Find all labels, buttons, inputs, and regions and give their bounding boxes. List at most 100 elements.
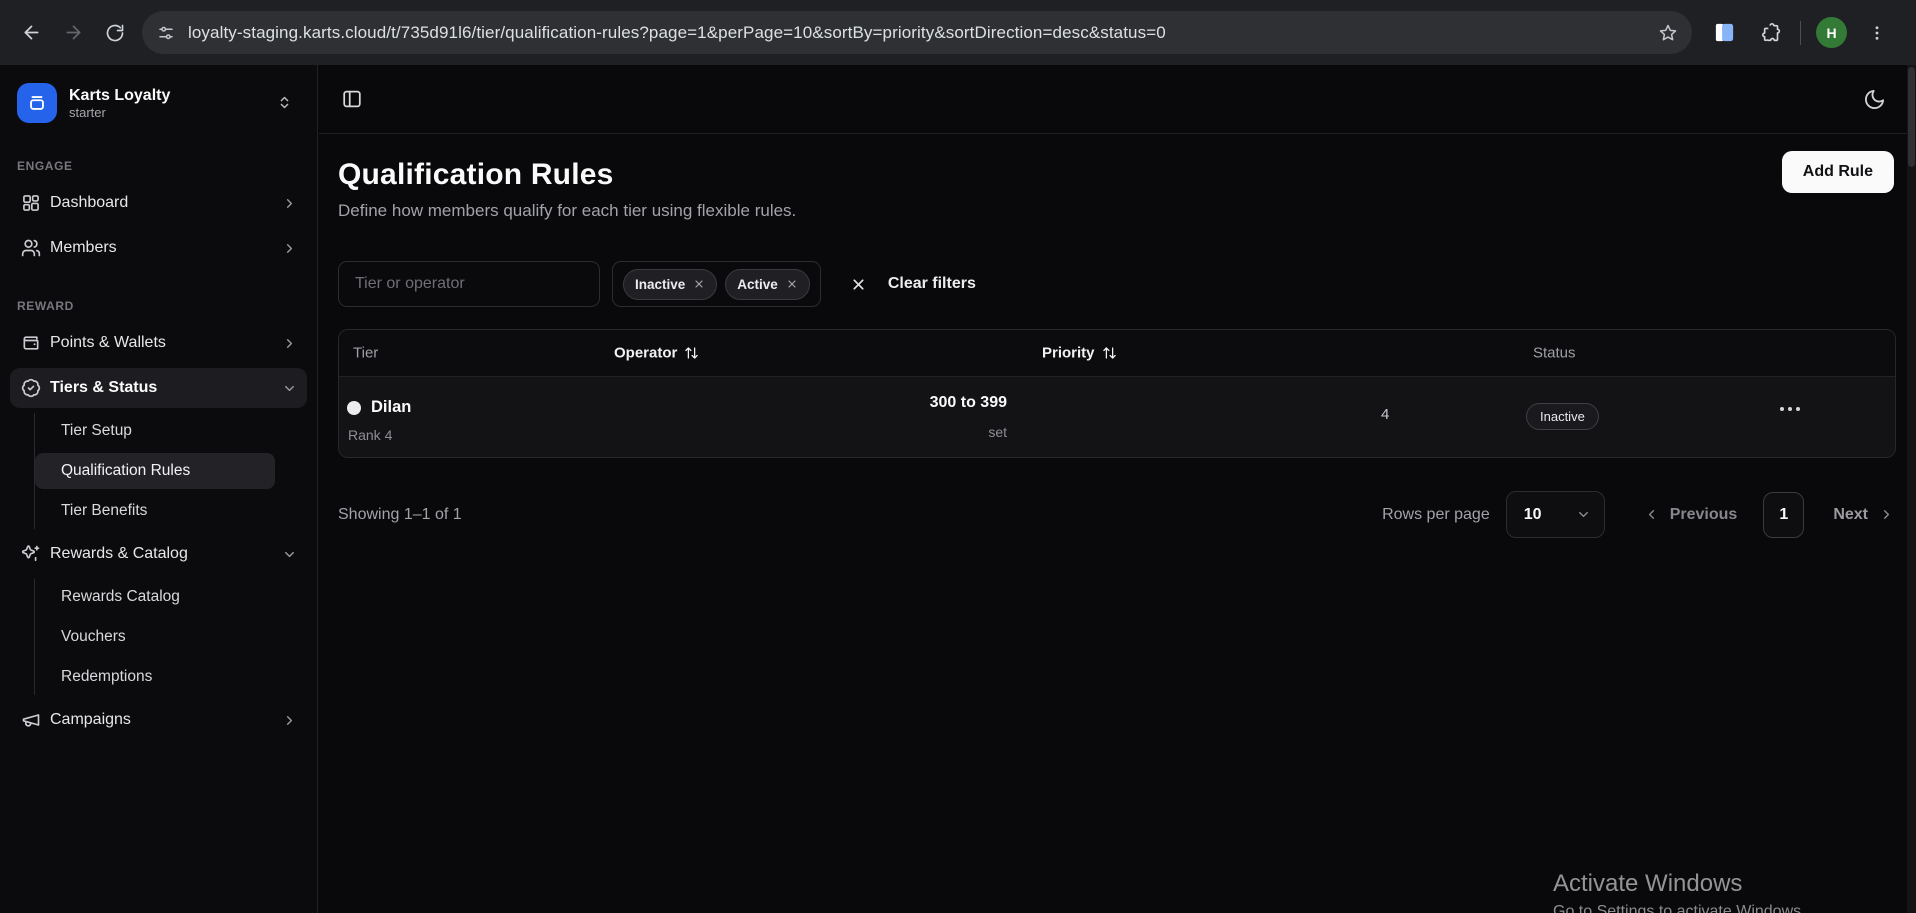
sidebar-item-rewards-catalog-group[interactable]: Rewards & Catalog: [10, 534, 307, 574]
watermark-line1: Activate Windows: [1553, 870, 1806, 898]
profile-avatar[interactable]: H: [1816, 17, 1847, 48]
sidebar-item-dashboard[interactable]: Dashboard: [10, 183, 307, 223]
filters-row: Inactive Active Clear filte: [338, 261, 1894, 307]
chevron-right-icon: [282, 196, 297, 211]
workspace-name: Karts Loyalty: [69, 86, 170, 105]
column-header-label: Priority: [1042, 345, 1095, 362]
page-content: Qualification Rules Define how members q…: [319, 134, 1916, 538]
column-header-tier: Tier: [353, 345, 378, 362]
operator-value: 300 to 399: [339, 394, 1007, 412]
operator-type: set: [339, 424, 1007, 440]
priority-value: 4: [1381, 406, 1389, 423]
sidebar-item-label: Campaigns: [50, 711, 131, 729]
filter-chip-active[interactable]: Active: [725, 269, 810, 300]
back-icon[interactable]: [10, 12, 52, 54]
remove-chip-icon[interactable]: [693, 278, 705, 290]
column-header-status: Status: [1533, 345, 1576, 362]
pagination-row: Showing 1–1 of 1 Rows per page 10 Previo…: [338, 491, 1894, 538]
forward-icon[interactable]: [52, 12, 94, 54]
scrollbar-track[interactable]: [1907, 65, 1916, 913]
unfold-chevrons-icon[interactable]: [277, 95, 292, 110]
bookmark-star-icon[interactable]: [1658, 23, 1678, 43]
column-header-operator[interactable]: Operator: [614, 345, 699, 362]
workspace-logo-icon: [17, 83, 57, 123]
moon-icon[interactable]: [1863, 88, 1886, 111]
chevron-left-icon: [1644, 507, 1659, 522]
sidebar-item-tier-benefits[interactable]: Tier Benefits: [35, 493, 275, 529]
search-input[interactable]: [338, 261, 600, 307]
add-rule-button[interactable]: Add Rule: [1782, 151, 1894, 193]
megaphone-icon: [21, 710, 41, 730]
chevron-right-icon: [282, 336, 297, 351]
sidebar-item-label: Tier Setup: [61, 422, 132, 440]
sort-arrows-icon: [1102, 346, 1117, 361]
table-row[interactable]: Dilan Rank 4 300 to 399 set 4 Inactive: [339, 377, 1895, 457]
screen: loyalty-staging.karts.cloud/t/735d91l6/t…: [0, 0, 1916, 913]
close-x-icon[interactable]: [850, 276, 867, 293]
main-area: Qualification Rules Define how members q…: [319, 65, 1916, 913]
site-settings-icon[interactable]: [157, 24, 175, 42]
chevron-down-icon: [282, 547, 297, 562]
status-badge: Inactive: [1526, 403, 1599, 430]
sidebar-item-qualification-rules[interactable]: Qualification Rules: [35, 453, 275, 489]
sidebar-item-label: Tier Benefits: [61, 502, 147, 520]
toolbar-divider: [1800, 21, 1801, 45]
url-text: loyalty-staging.karts.cloud/t/735d91l6/t…: [188, 23, 1648, 43]
next-page-button[interactable]: Next: [1833, 506, 1894, 524]
chevron-right-icon: [282, 713, 297, 728]
current-page-indicator[interactable]: 1: [1763, 492, 1804, 538]
sidebar-item-campaigns[interactable]: Campaigns: [10, 700, 307, 740]
chip-label: Active: [737, 277, 778, 292]
rewards-catalog-subgroup: Rewards Catalog Vouchers Redemptions: [34, 579, 307, 695]
sidebar-item-points-wallets[interactable]: Points & Wallets: [10, 323, 307, 363]
rows-per-page-value: 10: [1524, 506, 1542, 524]
chevron-down-icon: [1576, 507, 1591, 522]
address-bar[interactable]: loyalty-staging.karts.cloud/t/735d91l6/t…: [142, 11, 1692, 54]
scrollbar-thumb[interactable]: [1908, 67, 1915, 167]
table-header: Tier Operator Priority Status: [339, 330, 1895, 377]
sidebar-item-vouchers[interactable]: Vouchers: [35, 619, 275, 655]
rules-table: Tier Operator Priority Status Dilan: [338, 329, 1896, 458]
sidebar-item-tiers-status[interactable]: Tiers & Status: [10, 368, 307, 408]
results-summary: Showing 1–1 of 1: [338, 506, 462, 524]
sidebar-item-members[interactable]: Members: [10, 228, 307, 268]
wallet-icon: [21, 333, 41, 353]
row-actions-button[interactable]: [1780, 407, 1800, 411]
activate-windows-watermark: Activate Windows Go to Settings to activ…: [1553, 870, 1806, 913]
sidebar-item-label: Members: [50, 239, 117, 257]
watermark-line2: Go to Settings to activate Windows.: [1553, 902, 1806, 913]
reload-icon[interactable]: [94, 12, 136, 54]
sidebar-item-tier-setup[interactable]: Tier Setup: [35, 413, 275, 449]
sidebar-item-redemptions[interactable]: Redemptions: [35, 659, 275, 695]
browser-toolbar: loyalty-staging.karts.cloud/t/735d91l6/t…: [0, 0, 1916, 65]
sidebar-item-label: Vouchers: [61, 628, 126, 646]
next-label: Next: [1833, 506, 1868, 524]
sidebar-item-label: Tiers & Status: [50, 379, 157, 397]
chrome-menu-icon[interactable]: [1868, 24, 1886, 42]
chip-label: Inactive: [635, 277, 685, 292]
side-panel-icon[interactable]: [1713, 21, 1736, 44]
badge-check-icon: [21, 378, 41, 398]
page-subtitle: Define how members qualify for each tier…: [338, 201, 796, 221]
tiers-status-subgroup: Tier Setup Qualification Rules Tier Bene…: [34, 413, 307, 529]
previous-page-button[interactable]: Previous: [1644, 506, 1738, 524]
chevron-right-icon: [1879, 507, 1894, 522]
section-label-reward: REWARD: [0, 273, 317, 323]
workspace-switcher[interactable]: Karts Loyalty starter: [0, 65, 317, 133]
rows-per-page-select[interactable]: 10: [1506, 491, 1605, 538]
sidebar-item-label: Redemptions: [61, 668, 152, 686]
column-header-priority[interactable]: Priority: [1042, 345, 1117, 362]
filter-chip-inactive[interactable]: Inactive: [623, 269, 717, 300]
sort-arrows-icon: [684, 346, 699, 361]
sidebar: Karts Loyalty starter ENGAGE Dashboard M…: [0, 65, 318, 913]
remove-chip-icon[interactable]: [786, 278, 798, 290]
clear-filters-button[interactable]: Clear filters: [888, 275, 976, 293]
sidebar-item-rewards-catalog[interactable]: Rewards Catalog: [35, 579, 275, 615]
extensions-icon[interactable]: [1761, 22, 1783, 44]
sidebar-item-label: Dashboard: [50, 194, 128, 212]
workspace-plan: starter: [69, 105, 170, 121]
dashboard-grid-icon: [21, 193, 41, 213]
panel-left-toggle-icon[interactable]: [341, 88, 363, 110]
sidebar-item-label: Rewards & Catalog: [50, 545, 188, 563]
chevron-right-icon: [282, 241, 297, 256]
